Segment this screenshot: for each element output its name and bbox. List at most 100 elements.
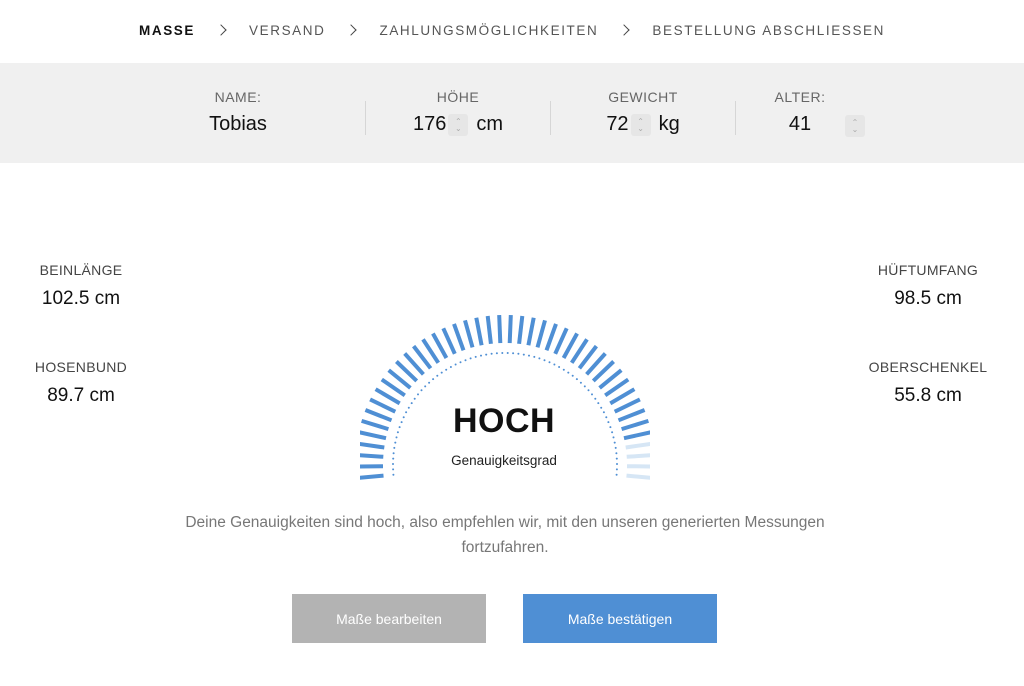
gauge-tick: [360, 453, 384, 459]
height-input[interactable]: 176: [413, 113, 446, 136]
age-stepper-icon[interactable]: ⌃ ⌄: [845, 115, 865, 137]
gauge-dot: [562, 368, 565, 371]
gauge-dot: [445, 368, 448, 371]
divider: [550, 101, 551, 135]
measurement-label: BEINLÄNGE: [39, 262, 123, 278]
gauge-dot: [605, 416, 608, 419]
gauge-dot: [517, 352, 520, 355]
gauge-dot: [575, 378, 578, 381]
gauge-tick: [497, 315, 503, 344]
gauge-dot: [417, 393, 419, 396]
gauge-tick: [544, 323, 558, 351]
gauge-dot: [392, 452, 395, 455]
gauge-dot: [459, 361, 462, 364]
gauge-dot: [392, 457, 395, 460]
gauge-dot: [424, 385, 427, 388]
gauge-dot: [392, 473, 395, 476]
measurement-value: 55.8 cm: [894, 385, 962, 406]
gauge-dot: [449, 366, 452, 368]
gauge-dot: [432, 378, 435, 381]
gauge-dot: [398, 426, 401, 429]
gauge-dot: [615, 468, 618, 471]
accuracy-caption: Genauigkeitsgrad: [451, 453, 557, 468]
gauge-dot: [469, 357, 472, 360]
height-field: HÖHE 176 ⌃ ⌄ cm: [388, 63, 528, 163]
gauge-tick: [626, 473, 650, 480]
gauge-tick: [626, 453, 650, 459]
gauge-dot: [490, 352, 493, 355]
name-value[interactable]: Tobias: [168, 113, 308, 136]
gauge-tick: [441, 327, 457, 355]
measurement-label: HÜFTUMFANG: [877, 262, 979, 278]
gauge-tick: [360, 430, 387, 441]
gauge-dot: [436, 374, 439, 377]
edit-measurements-button[interactable]: Maße bearbeiten: [292, 594, 486, 643]
measurement-value: 98.5 cm: [894, 288, 962, 309]
gauge-tick: [617, 408, 646, 423]
weight-field: GEWICHT 72 ⌃ ⌄ kg: [573, 63, 713, 163]
age-field: ALTER: 41: [740, 63, 860, 163]
gauge-dot: [616, 463, 618, 465]
gauge-tick: [452, 323, 466, 351]
age-label: ALTER:: [774, 89, 826, 105]
gauge-dot: [395, 436, 398, 439]
gauge-dot: [420, 389, 423, 392]
gauge-dot: [548, 361, 551, 364]
measurement-value: 89.7 cm: [47, 385, 115, 406]
weight-input[interactable]: 72: [606, 113, 628, 136]
height-label: HÖHE: [436, 89, 480, 105]
measurement-label: OBERSCHENKEL: [868, 359, 988, 375]
gauge-dot: [506, 352, 509, 354]
gauge-dot: [400, 421, 403, 424]
gauge-dot: [611, 431, 614, 434]
gauge-dot: [609, 426, 612, 429]
breadcrumb-step-versand[interactable]: VERSAND: [249, 23, 325, 38]
gauge-tick: [474, 317, 484, 346]
gauge-dot: [613, 441, 616, 444]
gauge-tick: [360, 441, 385, 450]
breadcrumb-step-zahlung[interactable]: ZAHLUNGSMÖGLICHKEITEN: [379, 23, 598, 38]
measurement-leg-length: BEINLÄNGE 102.5 cm: [0, 262, 166, 310]
gauge-dot: [615, 457, 618, 460]
gauge-tick: [553, 327, 569, 355]
gauge-dot: [413, 397, 416, 400]
gauge-dot: [392, 463, 394, 465]
gauge-dot: [464, 359, 467, 362]
divider: [365, 101, 366, 135]
measurement-label: HOSENBUND: [34, 359, 128, 375]
gauge-dot: [553, 363, 556, 366]
gauge-tick: [507, 315, 513, 344]
gauge-dot: [579, 381, 582, 384]
chevron-right-icon: [345, 24, 358, 36]
gauge-dot: [567, 371, 570, 374]
gauge-dot: [474, 355, 477, 358]
gauge-tick: [625, 441, 650, 450]
divider: [735, 101, 736, 135]
gauge-dot: [428, 381, 431, 384]
gauge-dot: [533, 355, 536, 358]
breadcrumb: MASSE VERSAND ZAHLUNGSMÖGLICHKEITEN BEST…: [0, 0, 1024, 60]
gauge-dot: [594, 397, 597, 400]
breadcrumb-step-masse[interactable]: MASSE: [139, 23, 195, 38]
weight-stepper-icon[interactable]: ⌃ ⌄: [630, 113, 651, 136]
confirm-measurements-button[interactable]: Maße bestätigen: [523, 594, 717, 643]
measurement-waistband: HOSENBUND 89.7 cm: [0, 359, 166, 407]
gauge-dot: [571, 374, 574, 377]
gauge-dot: [440, 371, 443, 374]
breadcrumb-step-bestellung[interactable]: BESTELLUNG ABSCHLIESSEN: [652, 23, 885, 38]
gauge-tick: [485, 315, 493, 345]
age-input[interactable]: 41: [770, 113, 830, 136]
weight-label: GEWICHT: [608, 89, 678, 105]
gauge-dot: [522, 353, 525, 356]
height-unit: cm: [476, 113, 504, 135]
gauge-dot: [480, 354, 482, 357]
gauge-dot: [612, 436, 615, 439]
gauge-dot: [454, 363, 457, 366]
weight-unit: kg: [658, 113, 680, 135]
chevron-right-icon: [215, 24, 227, 36]
name-field: NAME: Tobias: [168, 63, 308, 163]
gauge-dot: [615, 473, 618, 476]
height-stepper-icon[interactable]: ⌃ ⌄: [448, 113, 469, 136]
measurement-value: 102.5 cm: [41, 288, 121, 309]
gauge-dot: [393, 446, 396, 449]
